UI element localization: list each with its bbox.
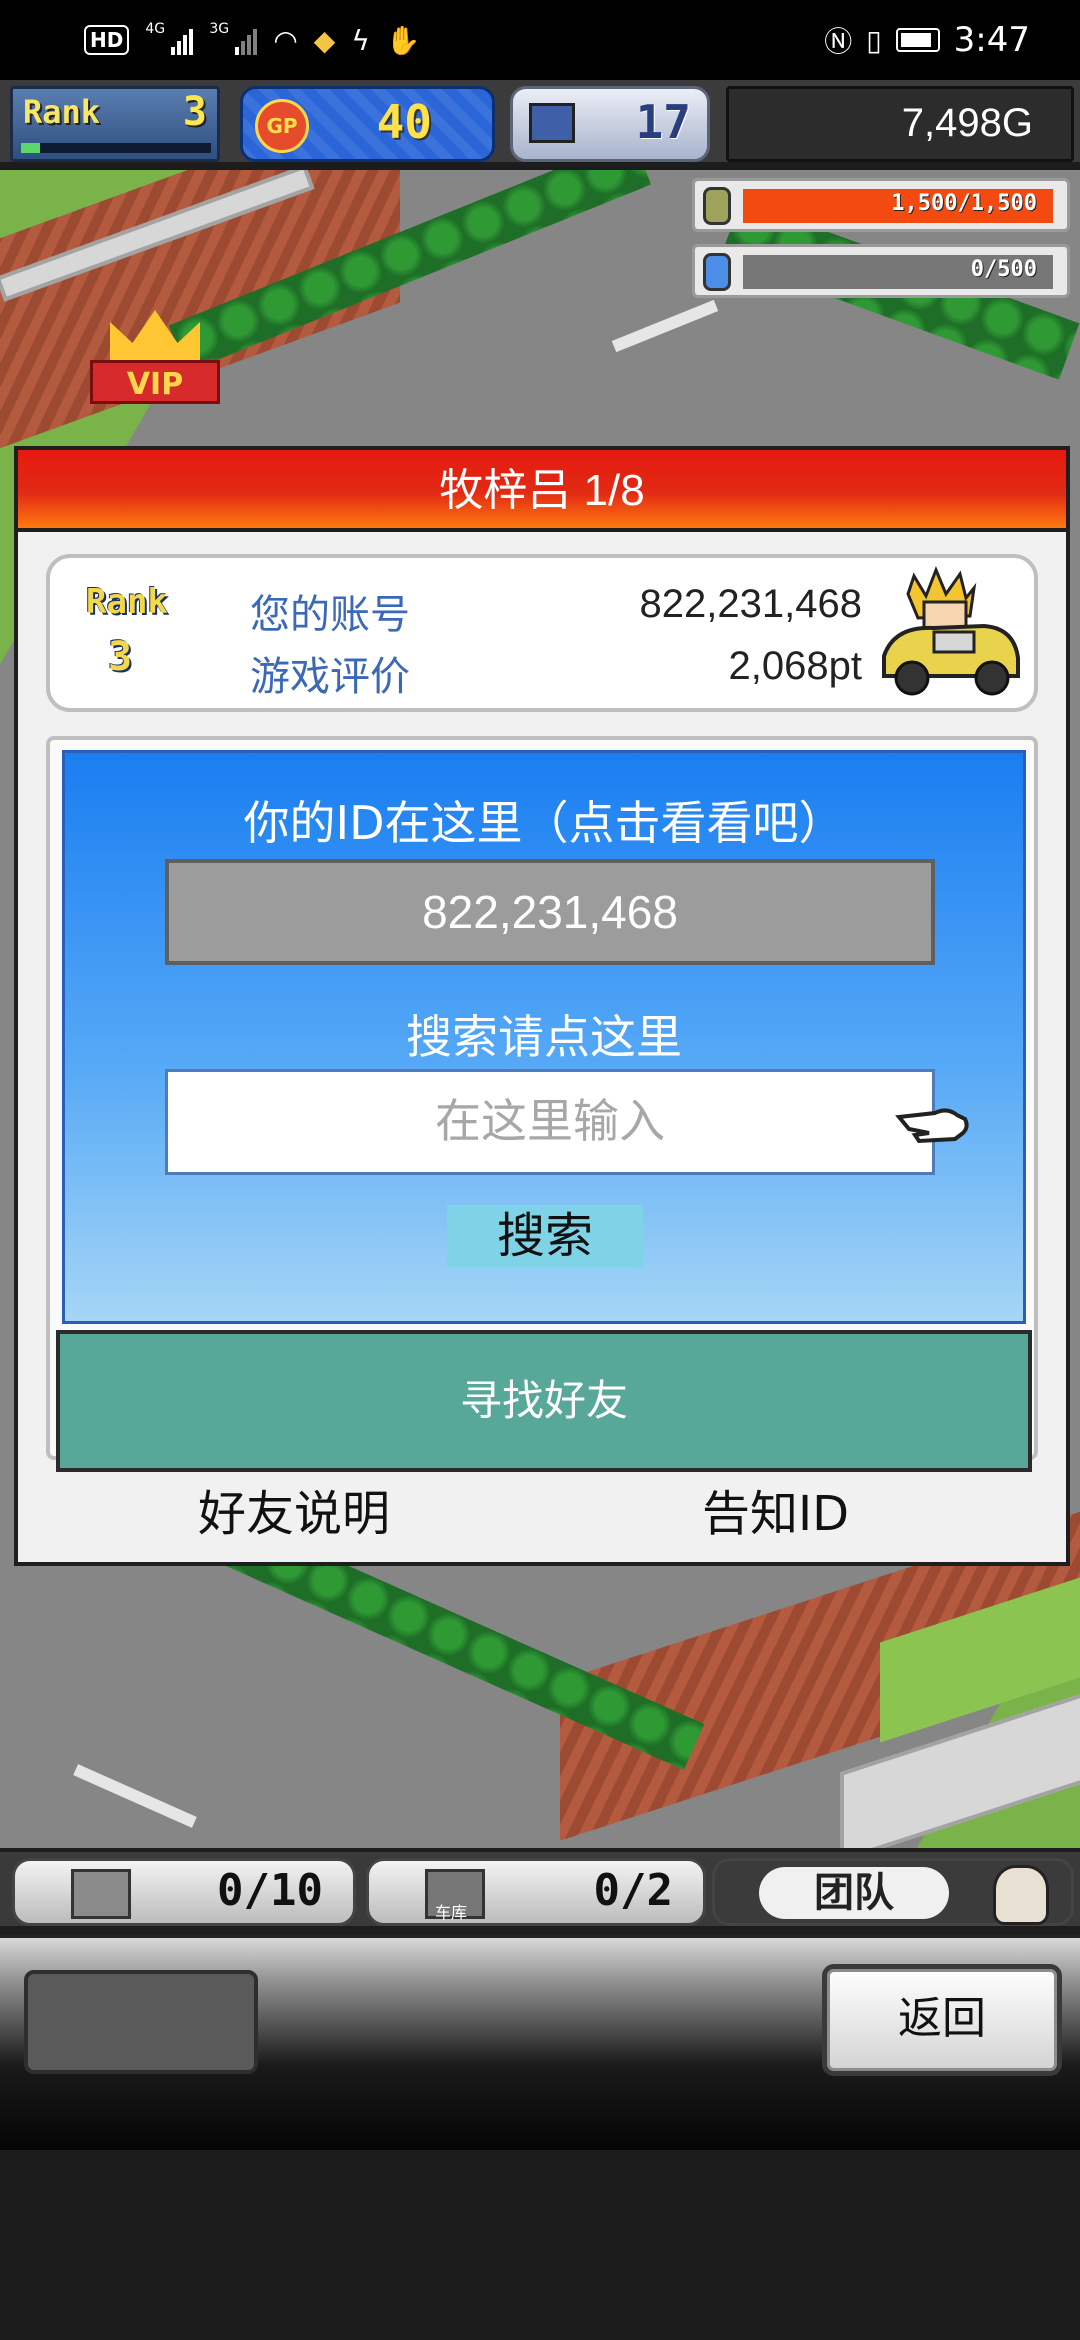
signal-4g-icon: 4G: [145, 21, 194, 57]
account-label: 您的账号: [250, 592, 410, 638]
rank-value: 3: [182, 89, 207, 135]
fuel-gauge: 1,500/1,500: [692, 178, 1070, 232]
friend-dialog: 牧梓吕 1/8 Rank 3 您的账号 822,231,468 游戏评价 2,0…: [14, 446, 1070, 1566]
garage-slot-value: 0/2: [593, 1865, 673, 1916]
rating-value: 2,068pt: [728, 644, 862, 688]
fuel-gauge-track: 1,500/1,500: [743, 189, 1053, 223]
garage-label: 车库: [435, 1903, 468, 1922]
gp-coin-icon: GP: [255, 99, 309, 153]
back-button[interactable]: 返回: [822, 1964, 1062, 2076]
oil-gauge: 0/500: [692, 244, 1070, 298]
empty-command-slot: [24, 1970, 258, 2074]
dialog-title: 牧梓吕 1/8: [18, 450, 1066, 532]
status-left: HD 4G 3G ◠ ◆ ϟ ✋: [84, 18, 421, 62]
search-input[interactable]: 在这里输入: [165, 1069, 935, 1175]
oil-bottle-icon: [703, 253, 731, 291]
money-panel: 7,498G: [726, 86, 1074, 162]
staff-face-icon: [993, 1865, 1049, 1925]
fuel-gauge-text: 1,500/1,500: [891, 191, 1037, 216]
research-panel[interactable]: 17: [510, 86, 710, 162]
nfc-icon: Ⓝ: [824, 25, 853, 58]
signal-3g-icon: 3G: [209, 21, 258, 57]
crate-icon: [71, 1869, 131, 1919]
parts-slot-value: 0/10: [217, 1865, 323, 1916]
battery-icon: [895, 28, 940, 52]
account-value: 822,231,468: [639, 582, 862, 626]
flash-icon: ϟ: [351, 23, 370, 57]
status-bar: HD 4G 3G ◠ ◆ ϟ ✋ Ⓝ ▯ 3:47: [0, 0, 1080, 80]
money-value: 7,498G: [901, 101, 1033, 145]
card-rank-value: 3: [108, 634, 133, 680]
share-id-link[interactable]: 告知ID: [702, 1474, 849, 1544]
pointing-hand-icon: [895, 1108, 969, 1144]
gp-panel[interactable]: GP 40: [240, 86, 495, 162]
id-search-box: 你的ID在这里（点击看看吧） 822,231,468 搜索请点这里 在这里输入 …: [62, 750, 1026, 1324]
rank-progress-fill: [21, 143, 40, 153]
search-prompt-label: 搜索请点这里: [406, 1010, 682, 1064]
app-notification-icon: ◆: [313, 23, 336, 57]
bottom-area: [0, 2150, 1080, 2340]
fuel-can-icon: [703, 187, 731, 225]
find-friends-button[interactable]: 寻找好友: [56, 1330, 1032, 1472]
player-info-card: Rank 3 您的账号 822,231,468 游戏评价 2,068pt: [46, 554, 1038, 712]
your-id-field[interactable]: 822,231,468: [165, 859, 935, 965]
card-rank-label: Rank: [86, 582, 168, 622]
status-right: Ⓝ ▯ 3:47: [824, 18, 1080, 62]
team-tab[interactable]: 团队: [712, 1858, 1074, 1926]
search-button[interactable]: 搜索: [447, 1205, 643, 1267]
game-screen: HD 4G 3G ◠ ◆ ϟ ✋ Ⓝ ▯ 3:47 Rank 3 GP 40 1…: [0, 0, 1080, 2340]
hd-badge: HD: [84, 25, 130, 55]
friend-search-panel: 你的ID在这里（点击看看吧） 822,231,468 搜索请点这里 在这里输入 …: [46, 736, 1038, 1472]
rank-panel[interactable]: Rank 3: [10, 86, 220, 162]
garage-slot[interactable]: 车库 0/2: [366, 1858, 706, 1926]
command-bar: 返回: [0, 1934, 1080, 2150]
friend-help-link[interactable]: 好友说明: [198, 1474, 390, 1544]
vip-badge[interactable]: VIP: [90, 310, 220, 420]
oil-gauge-track: 0/500: [743, 255, 1053, 289]
rank-label: Rank: [23, 93, 101, 131]
signal-3g-label: 3G: [209, 21, 230, 37]
parts-slot[interactable]: 0/10: [12, 1858, 356, 1926]
hand-notification-icon: ✋: [385, 23, 421, 57]
vibrate-icon: ▯: [866, 23, 882, 57]
wifi-icon: ◠: [273, 23, 298, 57]
research-value: 17: [635, 95, 691, 149]
signal-4g-label: 4G: [145, 21, 166, 37]
team-label: 团队: [759, 1867, 949, 1919]
vip-label: VIP: [90, 360, 220, 404]
oil-gauge-text: 0/500: [970, 257, 1037, 282]
rating-label: 游戏评价: [250, 654, 410, 700]
top-hud: Rank 3 GP 40 17 7,498G: [0, 80, 1080, 166]
gp-value: 40: [376, 95, 432, 149]
rank-progress-bar: [21, 143, 211, 153]
your-id-label: 你的ID在这里（点击看看吧）: [243, 796, 845, 850]
slot-bar: 0/10 车库 0/2 团队: [0, 1848, 1080, 1930]
clock: 3:47: [953, 20, 1030, 60]
driver-car-avatar: [882, 566, 1020, 696]
computer-icon: [529, 103, 575, 143]
